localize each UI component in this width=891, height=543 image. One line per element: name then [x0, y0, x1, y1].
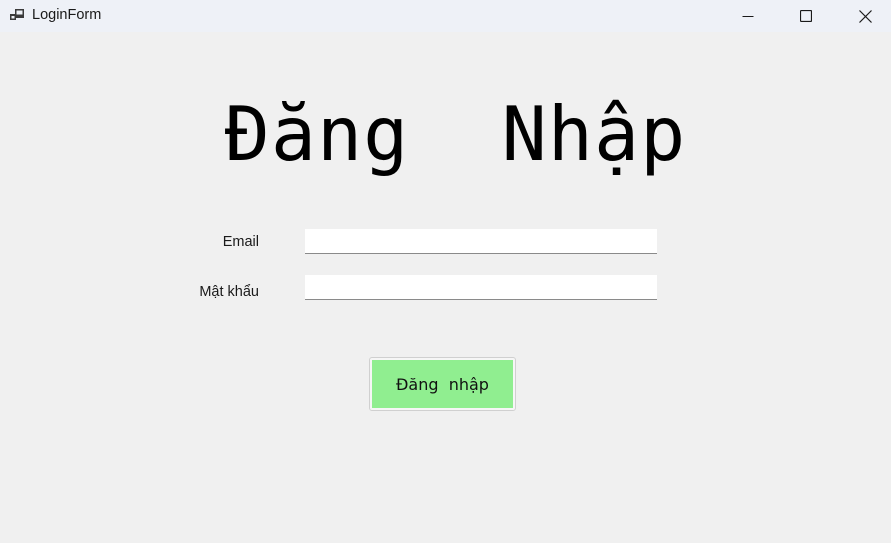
login-button-label: Đăng nhập [372, 360, 513, 408]
login-form-window: LoginForm Đăng Nhập Email Mật khẩu Đăng … [0, 0, 891, 543]
maximize-icon [800, 10, 812, 22]
maximize-button[interactable] [777, 0, 835, 32]
email-field[interactable] [305, 229, 657, 254]
login-button[interactable]: Đăng nhập [369, 357, 516, 411]
app-window-icon [9, 8, 25, 24]
window-title: LoginForm [32, 7, 102, 23]
password-label: Mật khẩu [199, 284, 259, 300]
password-field[interactable] [305, 275, 657, 300]
minimize-button[interactable] [719, 0, 777, 32]
close-button[interactable] [836, 0, 891, 32]
title-bar[interactable]: LoginForm [0, 0, 891, 32]
page-title: Đăng Nhập [224, 90, 687, 178]
close-icon [858, 9, 872, 23]
email-label: Email [222, 234, 259, 250]
minimize-icon [742, 10, 754, 22]
